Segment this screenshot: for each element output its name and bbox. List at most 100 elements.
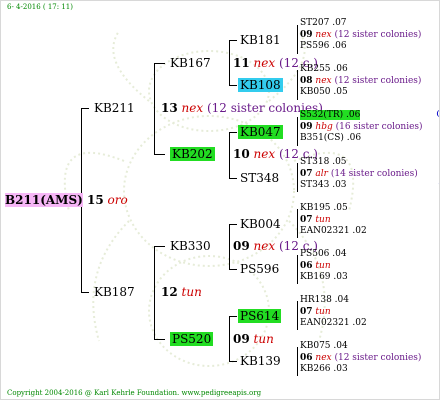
gen4-bot-ref: G4 -Bayburt98-3 bbox=[434, 180, 439, 192]
gen4-top-id: KB255 .06 bbox=[300, 64, 348, 74]
gen4-top-id: S532(TR) .06 bbox=[300, 110, 361, 120]
gen2-id-highlight: PS520 bbox=[170, 332, 214, 346]
gen4-top-row[interactable]: KB255 .06G4 -Carpath00R bbox=[300, 64, 380, 76]
gen2-node-id[interactable]: KB330 bbox=[170, 239, 211, 253]
gen4-bot-row[interactable]: EAN02321 .02G7 -B-3447 bbox=[300, 318, 380, 330]
gen4-block: ST318 .05G20 -Sinop62R 07 alr (14 sister… bbox=[300, 157, 439, 192]
gen4-bot-ref: G7 -B-3447 bbox=[434, 226, 439, 238]
connector bbox=[229, 85, 237, 86]
gen4-top-row[interactable]: HR138 .04G3 -Sahar00Q bbox=[300, 295, 380, 307]
gen4-bot-row[interactable]: KB266 .03G4 -Sinop96R bbox=[300, 364, 380, 376]
gen4-bot-row[interactable]: EAN02321 .02G7 -B-3447 bbox=[300, 226, 380, 238]
gen3-node[interactable]: KB108 bbox=[238, 78, 283, 92]
gen1-breed: nex bbox=[181, 101, 204, 115]
connector bbox=[154, 339, 165, 340]
gen1-year: 13 bbox=[161, 101, 178, 115]
gen4-mid-row: 06 tun bbox=[300, 261, 380, 273]
connector bbox=[154, 63, 165, 64]
gen4-bot-row[interactable]: PS596 .06G18 -Sinop72R bbox=[300, 41, 380, 53]
gen4-note: (12 sister colonies) bbox=[334, 352, 422, 363]
gen4-top-id: KB075 .04 bbox=[300, 341, 348, 351]
gen4-breed: tun bbox=[315, 306, 331, 317]
gen4-note: (12 sister colonies) bbox=[334, 29, 422, 40]
gen4-top-ref: G4 -Carnic99R bbox=[434, 203, 439, 215]
connector bbox=[229, 178, 237, 179]
gen3-node[interactable]: KB004 bbox=[240, 217, 281, 231]
gen2-node-id[interactable]: KB167 bbox=[170, 56, 211, 70]
connector bbox=[297, 70, 298, 100]
gen4-breed: nex bbox=[315, 352, 332, 363]
connector bbox=[229, 361, 237, 362]
connector bbox=[229, 40, 237, 41]
gen4-block: PS506 .04G17 -Sinop72R 06 tun KB169 .03G… bbox=[300, 249, 380, 284]
gen4-block: HR138 .04G3 -Sahar00Q 07 tun EAN02321 .0… bbox=[300, 295, 380, 330]
gen4-bot-row[interactable]: KB050 .05G19 -Sinop62R bbox=[300, 87, 380, 99]
gen4-breed: nex bbox=[315, 75, 332, 86]
gen2-node-id[interactable]: PS520 bbox=[170, 332, 214, 346]
connector bbox=[229, 269, 237, 270]
gen4-bot-ref: G4 -Sinop96R bbox=[434, 364, 439, 376]
gen4-bot-id: B351(CS) .06 bbox=[300, 133, 362, 143]
gen3-id-highlight: PS614 bbox=[238, 309, 282, 323]
gen4-breed: alr bbox=[315, 168, 328, 179]
gen4-mid-row: 09 nex (12 sister colonies) bbox=[300, 30, 421, 42]
connector bbox=[229, 316, 230, 362]
connector bbox=[297, 209, 298, 238]
gen4-bot-id: PS596 .06 bbox=[300, 41, 347, 51]
gen2-breed: nex bbox=[253, 56, 276, 70]
root-node[interactable]: B211(AMS) bbox=[5, 193, 83, 207]
gen4-bot-id: KB050 .05 bbox=[300, 87, 348, 97]
gen4-year: 06 bbox=[300, 352, 313, 363]
gen3-node[interactable]: KB181 bbox=[240, 33, 281, 47]
gen4-bot-row[interactable]: B351(CS) .06G6 -Cankiri97Q bbox=[300, 133, 380, 145]
gen1-node-id[interactable]: KB187 bbox=[94, 285, 135, 299]
gen4-bot-row[interactable]: ST343 .03 G4 -Bayburt98-3 bbox=[300, 180, 439, 192]
connector bbox=[229, 132, 230, 179]
connector bbox=[297, 117, 298, 146]
gen2-year: 09 bbox=[233, 239, 250, 253]
gen4-top-row[interactable]: ST318 .05G20 -Sinop62R bbox=[300, 157, 380, 169]
gen3-node[interactable]: KB047 bbox=[238, 125, 283, 139]
gen4-breed: tun bbox=[315, 260, 331, 271]
gen4-top-id: PS506 .04 bbox=[300, 249, 347, 259]
gen4-top-row[interactable]: ST207 .07G21 -Sinop62R bbox=[300, 18, 380, 30]
gen4-block: ST207 .07G21 -Sinop62R 09 nex (12 sister… bbox=[300, 18, 421, 53]
gen4-top-row[interactable]: KB195 .05G4 -Carnic99R bbox=[300, 203, 380, 215]
root-id: B211(AMS) bbox=[5, 193, 83, 207]
connector bbox=[154, 246, 155, 340]
gen4-mid-row: 07 alr (14 sister colonies) bbox=[300, 168, 418, 181]
gen4-year: 09 bbox=[300, 121, 313, 132]
gen4-year: 08 bbox=[300, 75, 313, 86]
gen4-top-id: ST318 .05 bbox=[300, 157, 347, 167]
gen2-year: 10 bbox=[233, 147, 250, 161]
gen4-breed: tun bbox=[315, 214, 331, 225]
gen4-bot-id: EAN02321 .02 bbox=[300, 226, 367, 236]
gen4-top-id: KB195 .05 bbox=[300, 203, 348, 213]
gen4-bot-ref: G6 -Maced93R bbox=[434, 272, 439, 284]
connector bbox=[229, 224, 237, 225]
gen4-top-id: ST207 .07 bbox=[300, 18, 347, 28]
gen4-mid-row: 09 hbg (16 sister colonies) bbox=[300, 121, 423, 134]
connector bbox=[81, 108, 89, 109]
footer-site[interactable]: www.pedigreeapis.org bbox=[182, 389, 262, 397]
gen4-top-row[interactable]: KB075 .04G3 -Carpath00R bbox=[300, 341, 380, 353]
gen4-bot-id: KB266 .03 bbox=[300, 364, 348, 374]
root-details: 15 oro bbox=[87, 193, 128, 207]
gen1-node-id[interactable]: KB211 bbox=[94, 101, 135, 115]
gen4-block: KB075 .04G3 -Carpath00R 06 nex (12 siste… bbox=[300, 341, 421, 376]
gen3-node[interactable]: KB139 bbox=[240, 354, 281, 368]
gen3-node[interactable]: PS614 bbox=[238, 309, 282, 323]
gen2-node-id[interactable]: KB202 bbox=[170, 147, 215, 161]
gen3-node[interactable]: ST348 bbox=[240, 171, 279, 185]
gen4-top-row[interactable]: PS506 .04G17 -Sinop72R bbox=[300, 249, 380, 261]
gen4-year: 07 bbox=[300, 306, 313, 317]
gen4-bot-id: ST343 .03 bbox=[300, 180, 347, 190]
gen3-node[interactable]: PS596 bbox=[240, 262, 279, 276]
gen4-top-ref: G21 -Sinop62R bbox=[434, 18, 439, 30]
gen4-year: 06 bbox=[300, 260, 313, 271]
connector bbox=[229, 316, 237, 317]
gen4-bot-row[interactable]: KB169 .03G6 -Maced93R bbox=[300, 272, 380, 284]
gen4-top-id: HR138 .04 bbox=[300, 295, 349, 305]
gen4-top-row[interactable]: S532(TR) .06 G1 -Erfoud07-1Q bbox=[300, 110, 439, 122]
gen1-year: 12 bbox=[161, 285, 178, 299]
